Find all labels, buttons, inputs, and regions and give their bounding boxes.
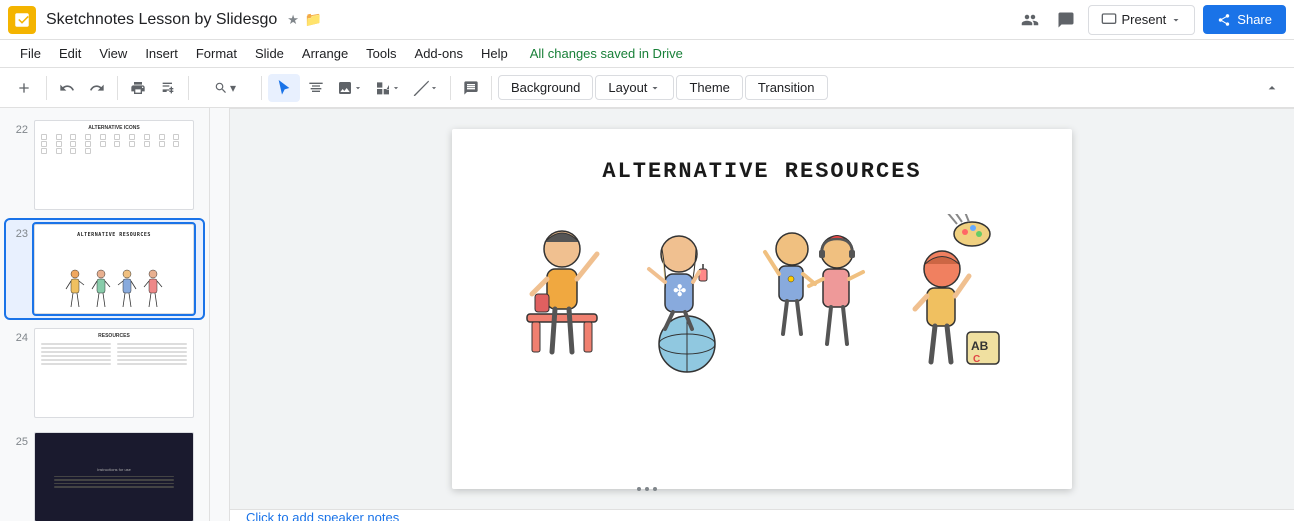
- speaker-notes-placeholder[interactable]: Click to add speaker notes: [246, 510, 399, 521]
- share-button[interactable]: Share: [1203, 5, 1286, 34]
- add-slide-button[interactable]: [8, 74, 40, 102]
- title-row: Sketchnotes Lesson by Slidesgo ★ 📁: [46, 11, 1012, 29]
- character-2: ✤: [637, 214, 737, 374]
- line-tool-button[interactable]: [408, 74, 444, 102]
- slide-number-25: 25: [10, 436, 28, 448]
- redo-button[interactable]: [83, 74, 111, 102]
- menu-arrange[interactable]: Arrange: [294, 43, 356, 64]
- menu-tools[interactable]: Tools: [358, 43, 404, 64]
- add-comment-button[interactable]: [457, 74, 485, 102]
- svg-text:C: C: [973, 354, 980, 365]
- menu-view[interactable]: View: [91, 43, 135, 64]
- notes-handle: [637, 487, 657, 491]
- slide-number-23: 23: [10, 228, 28, 240]
- explore-icon[interactable]: [1016, 6, 1044, 34]
- slide-thumb-23[interactable]: 23 ALTERNATIVE RESOURCES: [6, 220, 203, 318]
- background-button[interactable]: Background: [498, 75, 593, 100]
- slide-number-22: 22: [10, 124, 28, 136]
- slide-thumb-24[interactable]: 24 RESOURCES: [6, 324, 203, 422]
- toolbar-separator-3: [188, 76, 189, 100]
- layout-label: Layout: [608, 80, 647, 95]
- main-content: 22 ALTERNATIVE ICONS: [0, 108, 1294, 521]
- comments-icon[interactable]: [1052, 6, 1080, 34]
- zoom-button[interactable]: ▾: [195, 74, 255, 102]
- slide-title: ALTERNATIVE RESOURCES: [602, 159, 921, 184]
- toolbar-separator-5: [450, 76, 451, 100]
- theme-label: Theme: [689, 80, 729, 95]
- toolbar-separator-1: [46, 76, 47, 100]
- folder-icon[interactable]: 📁: [305, 11, 322, 28]
- slides-sidebar: 22 ALTERNATIVE ICONS: [0, 108, 210, 521]
- menu-format[interactable]: Format: [188, 43, 245, 64]
- menu-file[interactable]: File: [12, 43, 49, 64]
- slide-thumb-25[interactable]: 25 Instructions for use: [6, 428, 203, 521]
- title-area: Sketchnotes Lesson by Slidesgo ★ 📁: [46, 11, 1012, 29]
- print-button[interactable]: [124, 74, 152, 102]
- svg-text:✤: ✤: [673, 283, 686, 300]
- handle-dot-1: [637, 487, 641, 491]
- toolbar-separator-2: [117, 76, 118, 100]
- toolbar: ▾ Background Layout Theme Transition: [0, 68, 1294, 108]
- theme-button[interactable]: Theme: [676, 75, 742, 100]
- image-tool-button[interactable]: [332, 74, 368, 102]
- top-bar: Sketchnotes Lesson by Slidesgo ★ 📁 Prese…: [0, 0, 1294, 40]
- paint-format-button[interactable]: [154, 74, 182, 102]
- shape-tool-button[interactable]: [370, 74, 406, 102]
- slide-thumb-22[interactable]: 22 ALTERNATIVE ICONS: [6, 116, 203, 214]
- menu-edit[interactable]: Edit: [51, 43, 89, 64]
- slide-preview-22: ALTERNATIVE ICONS: [34, 120, 194, 210]
- transition-label: Transition: [758, 80, 815, 95]
- text-tool-button[interactable]: [302, 74, 330, 102]
- menu-addons[interactable]: Add-ons: [407, 43, 471, 64]
- present-button[interactable]: Present: [1088, 5, 1195, 35]
- undo-button[interactable]: [53, 74, 81, 102]
- horizontal-ruler: 1 2 3 4 5 6 7 8 9: [230, 108, 1294, 109]
- menu-slide[interactable]: Slide: [247, 43, 292, 64]
- title-icons: ★ 📁: [287, 11, 322, 28]
- background-label: Background: [511, 80, 580, 95]
- slide-preview-24: RESOURCES: [34, 328, 194, 418]
- handle-dot-3: [653, 487, 657, 491]
- speaker-notes-bar[interactable]: Click to add speaker notes: [230, 509, 1294, 521]
- transition-button[interactable]: Transition: [745, 75, 828, 100]
- character-5: AB C: [897, 214, 1007, 374]
- menu-insert[interactable]: Insert: [137, 43, 186, 64]
- slide-preview-25: Instructions for use: [34, 432, 194, 521]
- menu-help[interactable]: Help: [473, 43, 516, 64]
- slide-preview-23: ALTERNATIVE RESOURCES: [34, 224, 194, 314]
- svg-text:AB: AB: [971, 339, 989, 353]
- top-right-actions: Present Share: [1016, 5, 1286, 35]
- app-icon: [8, 6, 36, 34]
- share-label: Share: [1237, 12, 1272, 27]
- select-tool-button[interactable]: [268, 74, 300, 102]
- handle-dot-2: [645, 487, 649, 491]
- present-label: Present: [1121, 12, 1166, 27]
- layout-button[interactable]: Layout: [595, 75, 674, 100]
- canvas-area: 1 2 3 4 5 6 7 8 9: [230, 108, 1294, 521]
- saved-notice: All changes saved in Drive: [530, 46, 683, 61]
- toolbar-separator-6: [491, 76, 492, 100]
- document-title[interactable]: Sketchnotes Lesson by Slidesgo: [46, 11, 277, 29]
- character-1: [517, 214, 617, 374]
- slide-canvas-wrapper[interactable]: ALTERNATIVE RESOURCES: [230, 109, 1294, 509]
- toolbar-separator-4: [261, 76, 262, 100]
- vertical-ruler: [210, 108, 230, 521]
- slide-illustrations: ✤: [472, 214, 1052, 374]
- slide-canvas[interactable]: ALTERNATIVE RESOURCES: [452, 129, 1072, 489]
- toolbar-right: [1258, 74, 1286, 102]
- menu-bar: File Edit View Insert Format Slide Arran…: [0, 40, 1294, 68]
- star-icon[interactable]: ★: [287, 12, 299, 28]
- slide-number-24: 24: [10, 332, 28, 344]
- character-3-4: [757, 214, 877, 374]
- collapse-toolbar-button[interactable]: [1258, 74, 1286, 102]
